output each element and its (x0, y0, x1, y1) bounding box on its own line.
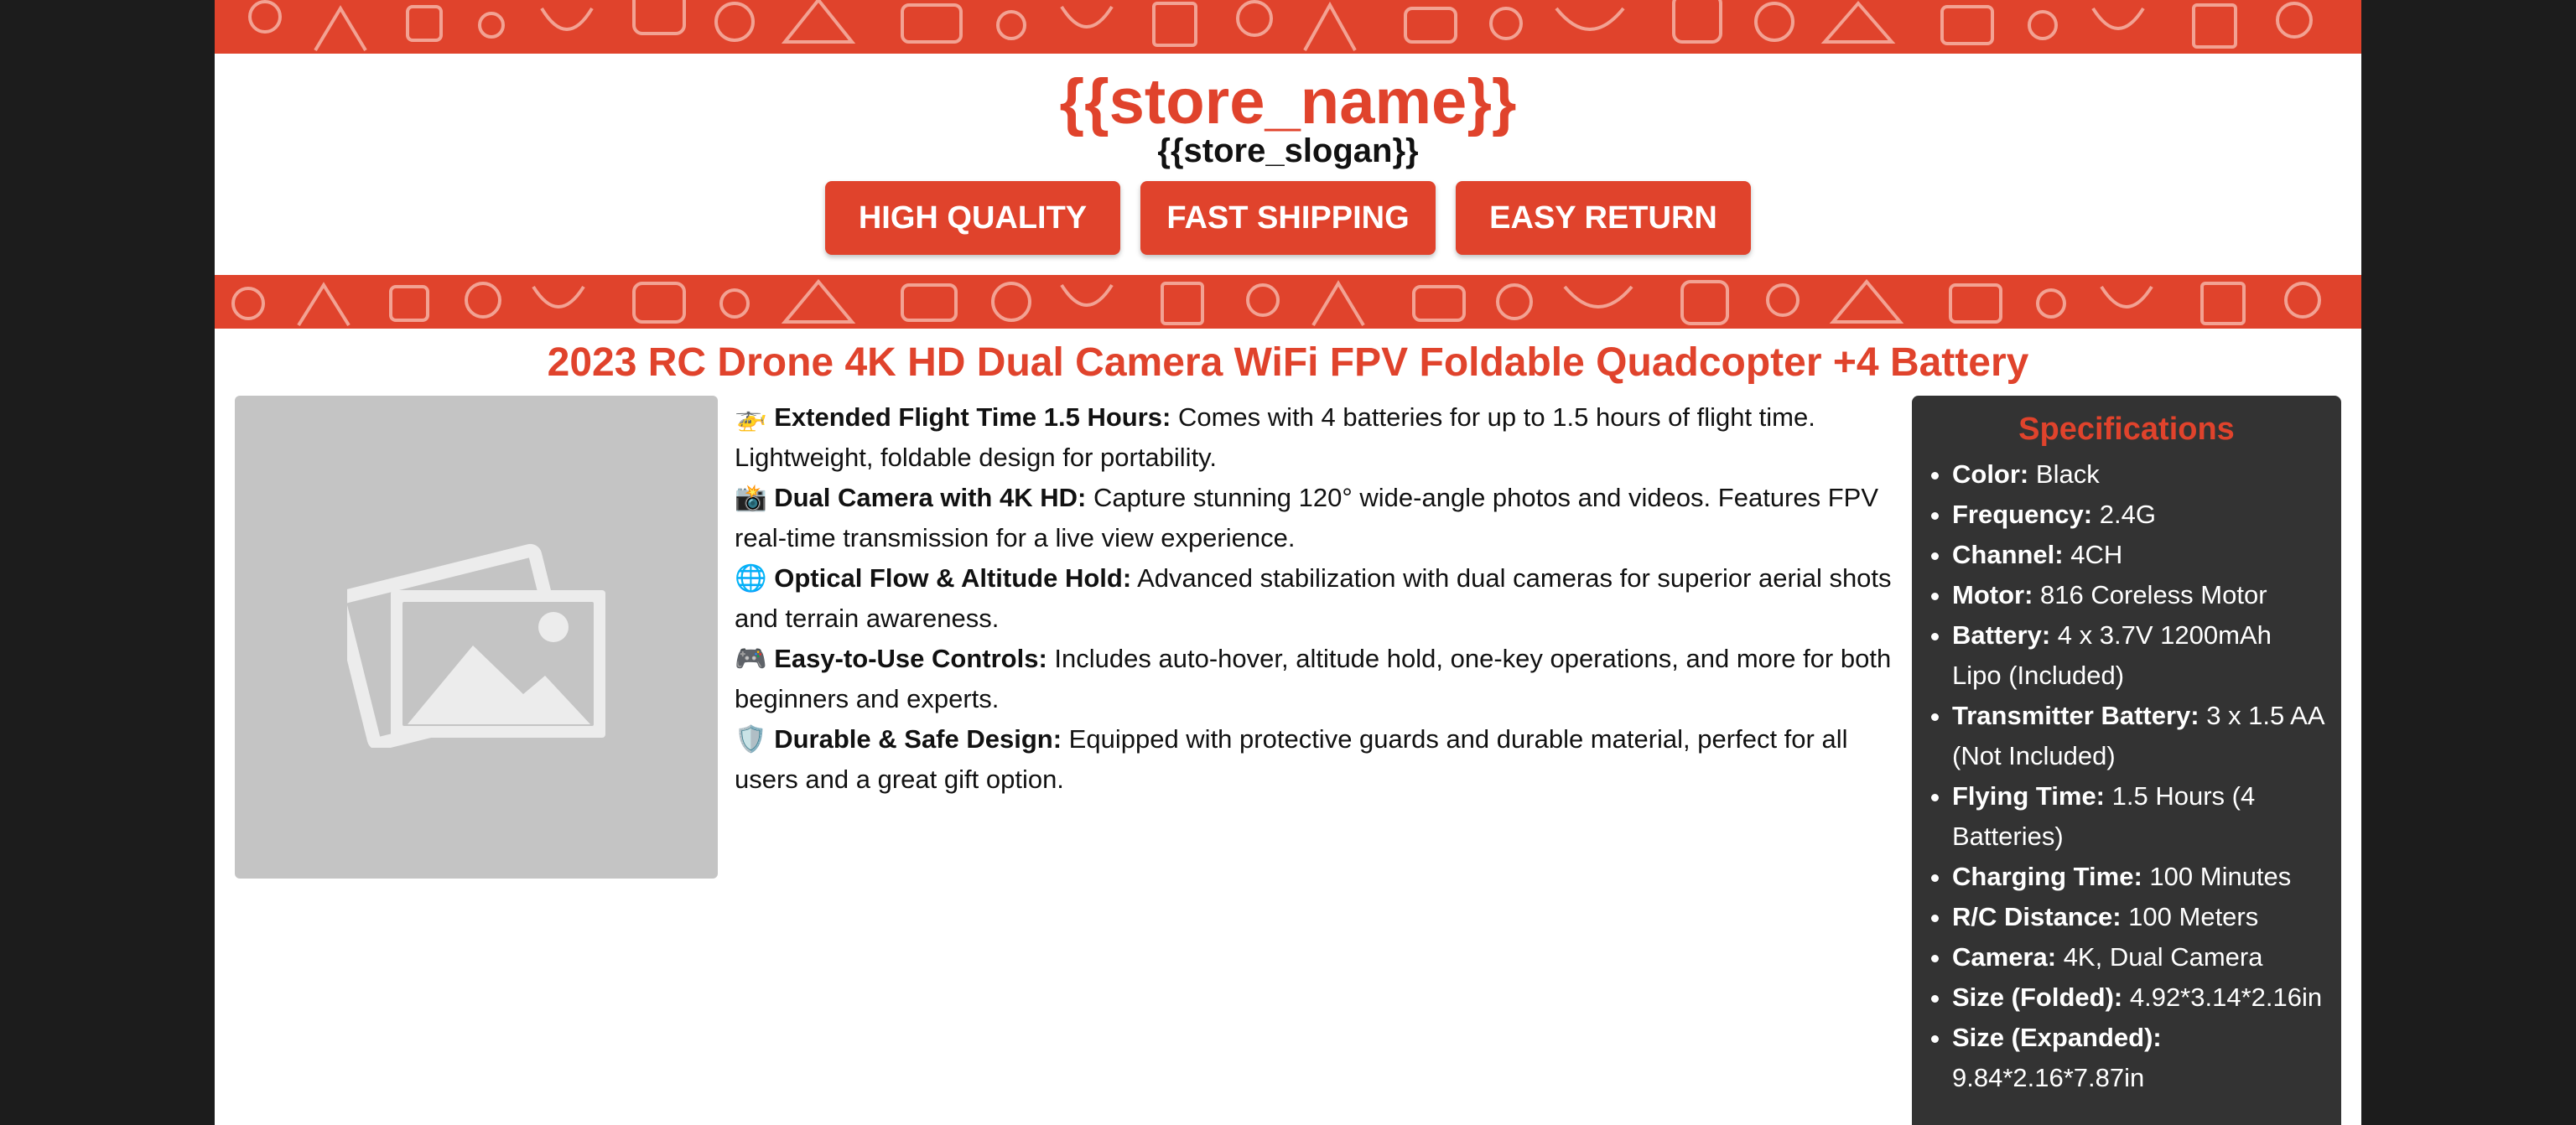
spec-value: 4K, Dual Camera (2063, 942, 2263, 972)
spec-item: Transmitter Battery: 3 x 1.5 AA (Not Inc… (1952, 696, 2324, 776)
product-image-placeholder[interactable] (235, 396, 718, 879)
feature-item: 🌐 Optical Flow & Altitude Hold: Advanced… (735, 558, 1897, 639)
spec-value: 100 Minutes (2149, 862, 2292, 891)
spec-item: R/C Distance: 100 Meters (1952, 897, 2324, 937)
spec-value: 100 Meters (2128, 902, 2259, 931)
doodle-banner-top (215, 0, 2361, 54)
spec-item: Channel: 4CH (1952, 535, 2324, 575)
spec-item: Charging Time: 100 Minutes (1952, 857, 2324, 897)
doodle-banner-middle (215, 275, 2361, 329)
spec-label: R/C Distance: (1952, 902, 2122, 931)
product-page: {{store_name}} {{store_slogan}} HIGH QUA… (215, 0, 2361, 1125)
spec-label: Charging Time: (1952, 862, 2142, 891)
camera-icon: 📸 (735, 483, 767, 512)
spec-item: Size (Expanded): 9.84*2.16*7.87in (1952, 1018, 2324, 1098)
spec-value: 4CH (2070, 540, 2123, 569)
feature-item: 📸 Dual Camera with 4K HD: Capture stunni… (735, 478, 1897, 558)
feature-title: Durable & Safe Design: (774, 724, 1062, 754)
spec-label: Flying Time: (1952, 781, 2106, 811)
image-placeholder-icon (347, 543, 605, 748)
spec-value: 4.92*3.14*2.16in (2129, 982, 2323, 1012)
store-slogan: {{store_slogan}} (1157, 132, 1419, 169)
specifications-title: Specifications (2018, 412, 2235, 447)
spec-label: Battery: (1952, 620, 2051, 650)
spec-label: Motor: (1952, 580, 2033, 609)
feature-title: Dual Camera with 4K HD: (774, 483, 1087, 512)
spec-value: Black (2035, 459, 2100, 489)
helicopter-icon: 🚁 (735, 402, 767, 432)
spec-item: Color: Black (1952, 454, 2324, 495)
spec-value: 9.84*2.16*7.87in (1952, 1063, 2145, 1092)
spec-item: Camera: 4K, Dual Camera (1952, 937, 2324, 977)
spec-label: Size (Folded): (1952, 982, 2123, 1012)
shield-icon: 🛡️ (735, 724, 767, 754)
spec-label: Channel: (1952, 540, 2064, 569)
spec-item: Size (Folded): 4.92*3.14*2.16in (1952, 977, 2324, 1018)
feature-item: 🛡️ Durable & Safe Design: Equipped with … (735, 719, 1897, 800)
specifications-panel: Specifications Color: Black Frequency: 2… (1912, 396, 2341, 1125)
globe-icon: 🌐 (735, 563, 767, 593)
easy-return-button[interactable]: EASY RETURN (1456, 181, 1751, 255)
high-quality-button[interactable]: HIGH QUALITY (825, 181, 1120, 255)
feature-list: 🚁 Extended Flight Time 1.5 Hours: Comes … (735, 397, 1897, 800)
product-title: 2023 RC Drone 4K HD Dual Camera WiFi FPV… (547, 340, 2029, 385)
spec-item: Motor: 816 Coreless Motor (1952, 575, 2324, 615)
doodle-pattern-middle (231, 278, 2321, 327)
spec-label: Transmitter Battery: (1952, 701, 2199, 730)
feature-item: 🚁 Extended Flight Time 1.5 Hours: Comes … (735, 397, 1897, 478)
badge-row: HIGH QUALITY FAST SHIPPING EASY RETURN (215, 181, 2361, 255)
spec-value: 2.4G (2099, 500, 2156, 529)
feature-title: Extended Flight Time 1.5 Hours: (774, 402, 1171, 432)
spec-item: Battery: 4 x 3.7V 1200mAh Lipo (Included… (1952, 615, 2324, 696)
doodle-pattern-top (248, 0, 2313, 52)
spec-label: Size (Expanded): (1952, 1023, 2162, 1052)
spec-value: 816 Coreless Motor (2040, 580, 2267, 609)
feature-item: 🎮 Easy-to-Use Controls: Includes auto-ho… (735, 639, 1897, 719)
feature-title: Optical Flow & Altitude Hold: (774, 563, 1132, 593)
specifications-list: Color: Black Frequency: 2.4G Channel: 4C… (1912, 454, 2341, 1098)
spec-item: Frequency: 2.4G (1952, 495, 2324, 535)
fast-shipping-button[interactable]: FAST SHIPPING (1140, 181, 1436, 255)
feature-title: Easy-to-Use Controls: (774, 644, 1047, 673)
spec-label: Camera: (1952, 942, 2057, 972)
spec-label: Frequency: (1952, 500, 2093, 529)
spec-item: Flying Time: 1.5 Hours (4 Batteries) (1952, 776, 2324, 857)
spec-label: Color: (1952, 459, 2029, 489)
gamepad-icon: 🎮 (735, 644, 767, 673)
